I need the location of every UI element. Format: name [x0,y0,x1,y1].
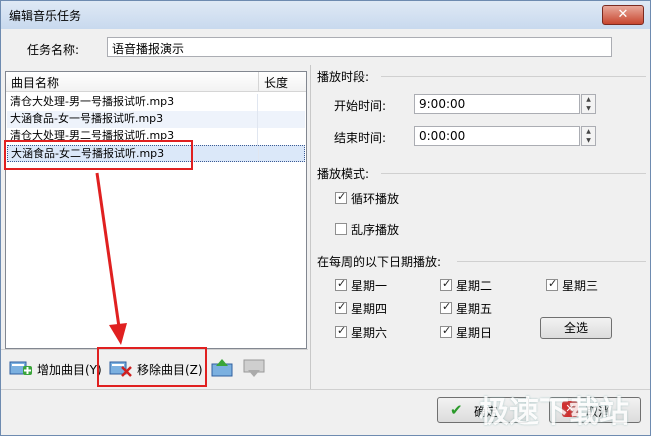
friday-label[interactable]: 星期五 [456,300,492,317]
highlight-box-remove-button [97,347,207,387]
add-track-button[interactable]: 增加曲目(Y) [9,357,102,379]
thursday-label[interactable]: 星期四 [351,300,387,317]
close-button[interactable]: ✕ [602,5,644,25]
divider [381,173,646,174]
days-group-title: 在每周的以下日期播放: [317,255,442,269]
thursday-checkbox[interactable] [335,300,347,314]
add-track-label: 增加曲目(Y) [37,363,102,377]
shuffle-checkbox[interactable] [335,223,347,235]
end-time-label: 结束时间: [334,131,387,145]
table-row[interactable]: 大涵食品-女一号播报试听.mp3 [7,111,305,128]
move-up-icon[interactable] [211,359,235,377]
end-time-spinner[interactable]: ▲ ▼ [581,126,596,146]
schedule-group-title: 播放时段: [317,70,370,84]
annotation-arrow-icon [95,172,127,345]
title-bar: 编辑音乐任务 ✕ [1,1,650,29]
tuesday-label[interactable]: 星期二 [456,277,492,294]
column-header-length[interactable]: 长度 [258,72,306,92]
spin-down-icon[interactable]: ▼ [582,104,595,113]
move-down-icon[interactable] [243,359,267,377]
close-icon: ✕ [617,7,629,22]
task-name-input[interactable]: 语音播报演示 [107,37,612,57]
loop-label[interactable]: 循环播放 [351,190,399,207]
sunday-label[interactable]: 星期日 [456,324,492,341]
monday-checkbox[interactable] [335,277,347,291]
start-time-input[interactable]: 9:00:00 [414,94,580,114]
track-length [257,128,306,145]
end-time-input[interactable]: 0:00:00 [414,126,580,146]
divider [381,76,646,77]
track-list[interactable]: 曲目名称 长度 清仓大处理-男一号播报试听.mp3 大涵食品-女一号播报试听.m… [5,71,307,349]
spin-up-icon[interactable]: ▲ [582,127,595,136]
saturday-label[interactable]: 星期六 [351,324,387,341]
tuesday-checkbox[interactable] [440,277,452,291]
monday-label[interactable]: 星期一 [351,277,387,294]
window-title: 编辑音乐任务 [9,9,82,23]
wednesday-checkbox[interactable] [546,277,558,291]
shuffle-label[interactable]: 乱序播放 [351,221,399,238]
panel-separator [310,65,311,389]
track-length [257,94,306,111]
table-row[interactable]: 清仓大处理-男一号播报试听.mp3 [7,94,305,111]
track-length [258,146,307,161]
watermark-text: 极速下载站 [479,395,629,430]
column-header-name[interactable]: 曲目名称 [6,72,258,92]
task-name-label: 任务名称: [27,43,80,57]
sunday-checkbox[interactable] [440,324,452,338]
track-name: 大涵食品-女一号播报试听.mp3 [10,112,164,125]
mode-group-title: 播放模式: [317,167,370,181]
spin-down-icon[interactable]: ▼ [582,136,595,145]
spin-up-icon[interactable]: ▲ [582,95,595,104]
track-name: 清仓大处理-男一号播报试听.mp3 [10,95,175,108]
saturday-checkbox[interactable] [335,324,347,338]
select-all-button[interactable]: 全选 [540,317,612,339]
start-time-label: 开始时间: [334,99,387,113]
track-length [257,111,306,128]
loop-checkbox[interactable] [335,190,347,204]
check-icon: ✔ [450,401,463,419]
friday-checkbox[interactable] [440,300,452,314]
add-track-icon [9,361,32,375]
start-time-spinner[interactable]: ▲ ▼ [581,94,596,114]
divider [457,261,646,262]
wednesday-label[interactable]: 星期三 [562,277,598,294]
highlight-box-selected-track [4,140,193,170]
dialog-window: 编辑音乐任务 ✕ 任务名称: 语音播报演示 曲目名称 长度 清仓大处理-男一号播… [0,0,651,436]
